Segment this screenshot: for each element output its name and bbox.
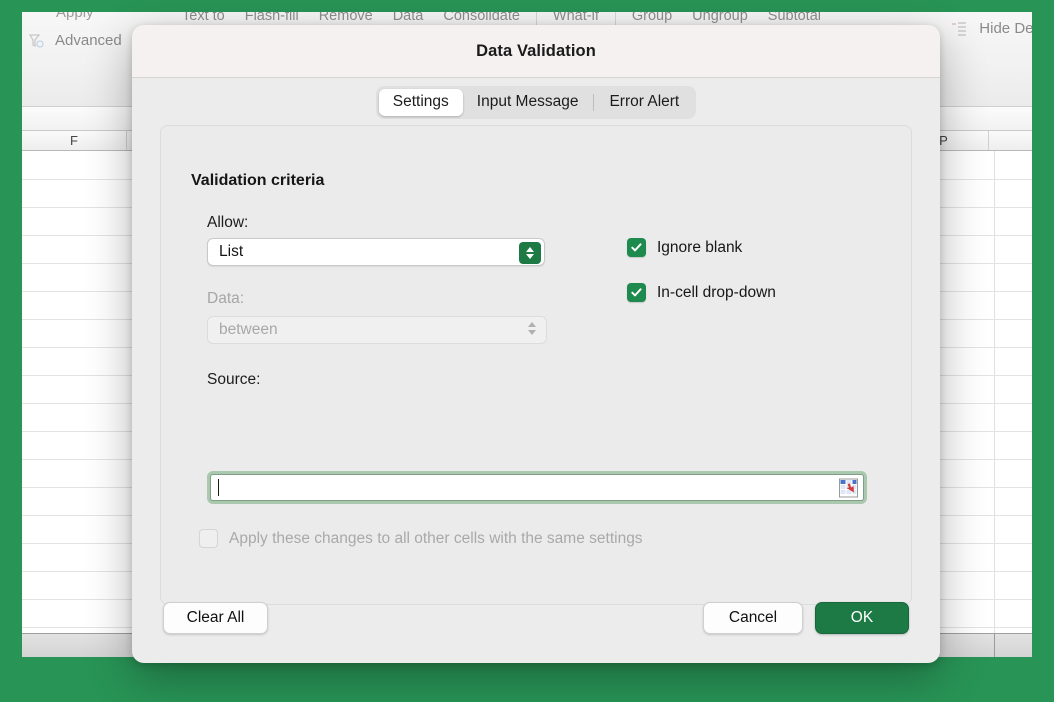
- ribbon-item-group[interactable]: Group: [622, 12, 682, 24]
- cancel-button[interactable]: Cancel: [703, 602, 803, 634]
- dialog-title-bar: Data Validation: [132, 25, 940, 78]
- ribbon-item-flash-fill[interactable]: Flash-fill: [235, 12, 309, 24]
- source-input[interactable]: [210, 474, 864, 501]
- source-field-focus-ring: [207, 471, 867, 504]
- filter-advanced-icon: [28, 33, 44, 49]
- tab-settings[interactable]: Settings: [378, 88, 463, 116]
- ribbon-item-what-if[interactable]: What-if: [543, 12, 609, 24]
- tab-group: Settings Input Message Error Alert: [375, 85, 697, 119]
- in-cell-dropdown-label: In-cell drop-down: [657, 283, 776, 301]
- ribbon-item-ungroup[interactable]: Ungroup: [682, 12, 758, 24]
- ribbon-item-remove[interactable]: Remove: [309, 12, 383, 24]
- ribbon-advanced-label: Advanced: [55, 32, 122, 49]
- clear-all-button[interactable]: Clear All: [163, 602, 268, 634]
- allow-label: Allow:: [207, 214, 249, 231]
- validation-criteria-heading: Validation criteria: [191, 172, 325, 189]
- tab-bar: Settings Input Message Error Alert: [132, 78, 940, 126]
- ignore-blank-option[interactable]: Ignore blank: [627, 238, 742, 257]
- tab-divider: [593, 93, 595, 111]
- text-caret: [218, 479, 219, 496]
- data-select-value: between: [219, 321, 278, 338]
- tab-input-message[interactable]: Input Message: [463, 89, 593, 116]
- checkbox-checked-icon[interactable]: [627, 238, 646, 257]
- source-label: Source:: [207, 371, 261, 388]
- range-picker-icon[interactable]: [839, 478, 858, 497]
- ribbon-hide-detail-button[interactable]: Hide Deta: [951, 20, 1032, 37]
- settings-panel: Validation criteria Allow: List Data: be…: [160, 125, 912, 605]
- in-cell-dropdown-option[interactable]: In-cell drop-down: [627, 283, 776, 302]
- ribbon-item-text-to[interactable]: Text to: [172, 12, 235, 24]
- ok-button[interactable]: OK: [815, 602, 909, 634]
- checkbox-checked-icon[interactable]: [627, 283, 646, 302]
- chevron-updown-icon: [528, 322, 536, 335]
- data-validation-dialog: Data Validation Settings Input Message E…: [132, 25, 940, 663]
- apply-all-option: Apply these changes to all other cells w…: [199, 529, 643, 548]
- ribbon-item-consolidate[interactable]: Consolidate: [433, 12, 530, 24]
- ribbon-hide-detail-label: Hide Deta: [979, 20, 1032, 37]
- checkbox-unchecked-icon: [199, 529, 218, 548]
- ribbon-item-subtotal[interactable]: Subtotal: [758, 12, 831, 24]
- ribbon-advanced-button[interactable]: Advanced: [22, 32, 122, 49]
- data-label: Data:: [207, 290, 245, 307]
- hide-detail-icon: [951, 21, 967, 37]
- allow-select[interactable]: List: [207, 238, 545, 266]
- ribbon-item-data[interactable]: Data: [383, 12, 434, 24]
- tab-error-alert[interactable]: Error Alert: [595, 89, 693, 116]
- apply-all-label: Apply these changes to all other cells w…: [229, 529, 643, 547]
- ignore-blank-label: Ignore blank: [657, 238, 743, 256]
- allow-select-value: List: [219, 243, 244, 260]
- dialog-title: Data Validation: [476, 41, 596, 60]
- chevron-updown-icon[interactable]: [519, 242, 541, 264]
- data-select: between: [207, 316, 547, 344]
- column-header-f[interactable]: F: [22, 131, 127, 150]
